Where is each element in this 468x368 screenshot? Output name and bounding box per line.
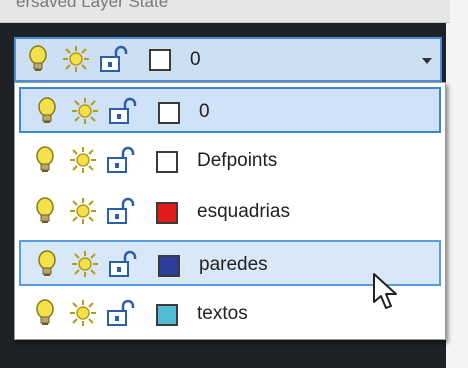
lightbulb-icon[interactable] <box>33 146 57 174</box>
sun-icon[interactable] <box>71 250 99 278</box>
layer-name: Defpoints <box>197 150 278 171</box>
layer-state-field[interactable]: ersaved Layer State <box>0 0 450 23</box>
lightbulb-icon[interactable] <box>35 97 59 125</box>
chevron-down-icon[interactable] <box>422 58 432 64</box>
sun-icon[interactable] <box>69 146 97 174</box>
current-layer-name: 0 <box>190 49 201 70</box>
lightbulb-icon[interactable] <box>26 45 50 73</box>
lightbulb-icon[interactable] <box>33 197 57 225</box>
layer-color-swatch[interactable] <box>156 202 178 224</box>
unlock-icon[interactable] <box>105 299 137 327</box>
layer-combo-box[interactable]: 0 <box>14 37 442 82</box>
layer-name: paredes <box>199 254 268 275</box>
unlock-icon[interactable] <box>98 45 130 73</box>
layer-color-swatch[interactable] <box>156 304 178 326</box>
unlock-icon[interactable] <box>107 97 139 125</box>
lightbulb-icon[interactable] <box>35 250 59 278</box>
layer-row-0[interactable]: 0 <box>19 87 441 133</box>
mouse-pointer-icon <box>373 273 397 309</box>
layer-color-swatch[interactable] <box>158 102 180 124</box>
sun-icon[interactable] <box>62 45 90 73</box>
layer-color-swatch[interactable] <box>149 49 171 71</box>
scrollbar-gutter <box>446 0 468 368</box>
layer-name: esquadrias <box>197 201 290 222</box>
unlock-icon[interactable] <box>105 146 137 174</box>
layer-color-swatch[interactable] <box>158 255 180 277</box>
sun-icon[interactable] <box>71 97 99 125</box>
layer-row-defpoints[interactable]: Defpoints <box>19 138 441 184</box>
layer-name: textos <box>197 303 248 324</box>
unlock-icon[interactable] <box>107 250 139 278</box>
lightbulb-icon[interactable] <box>33 299 57 327</box>
sun-icon[interactable] <box>69 197 97 225</box>
layer-state-text: ersaved Layer State <box>16 0 169 11</box>
unlock-icon[interactable] <box>105 197 137 225</box>
layer-name: 0 <box>199 101 210 122</box>
layer-color-swatch[interactable] <box>156 151 178 173</box>
layer-row-esquadrias[interactable]: esquadrias <box>19 189 441 235</box>
sun-icon[interactable] <box>69 299 97 327</box>
